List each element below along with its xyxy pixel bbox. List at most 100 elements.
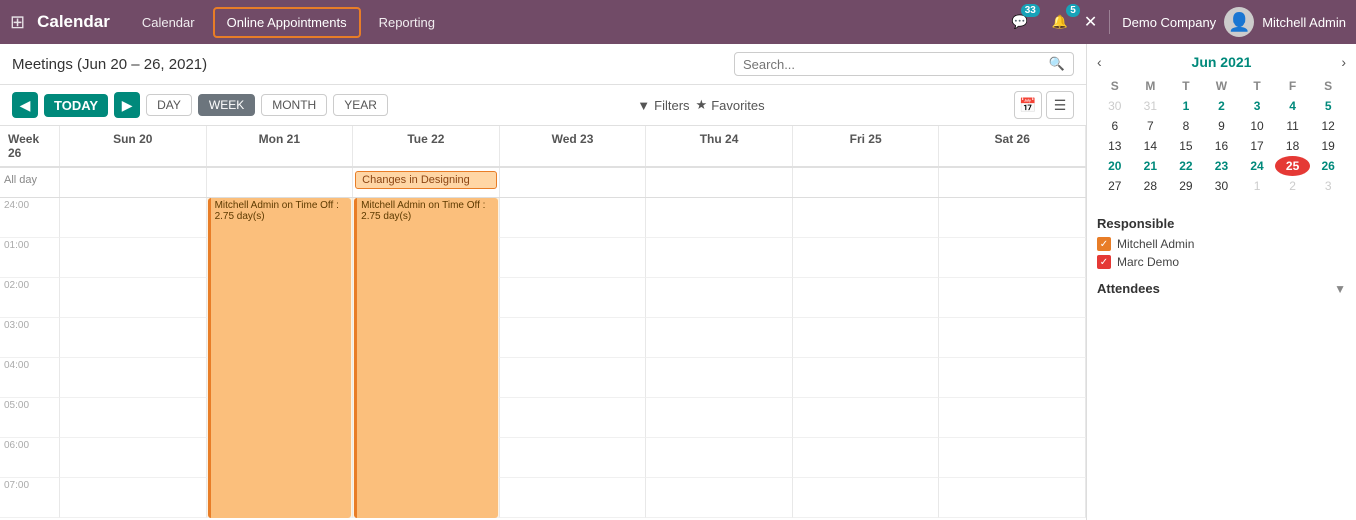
calendar-cell[interactable] — [793, 438, 940, 478]
list-icon-button[interactable]: ☰ — [1046, 91, 1074, 119]
mini-cal-day[interactable]: 17 — [1239, 136, 1275, 156]
mini-cal-day[interactable]: 4 — [1275, 96, 1311, 116]
mini-cal-day[interactable]: 29 — [1168, 176, 1204, 196]
app-grid-icon[interactable]: ⊞ — [10, 12, 25, 33]
mini-cal-day[interactable]: 7 — [1133, 116, 1169, 136]
mini-cal-day[interactable]: 30 — [1204, 176, 1240, 196]
mini-cal-day[interactable]: 2 — [1275, 176, 1311, 196]
nav-reporting[interactable]: Reporting — [367, 9, 447, 36]
calendar-cell[interactable] — [793, 238, 940, 278]
responsible-marc[interactable]: ✓ Marc Demo — [1097, 255, 1346, 269]
view-year-button[interactable]: YEAR — [333, 94, 388, 116]
next-button[interactable]: ▶ — [114, 92, 140, 118]
calendar-cell[interactable] — [60, 478, 207, 518]
calendar-cell[interactable] — [60, 398, 207, 438]
calendar-cell[interactable] — [60, 198, 207, 238]
chat-badge[interactable]: 💬 33 — [1004, 6, 1036, 38]
prev-button[interactable]: ◀ — [12, 92, 38, 118]
mini-cal-day[interactable]: 31 — [1133, 96, 1169, 116]
calendar-cell[interactable] — [939, 238, 1086, 278]
mini-cal-day[interactable]: 5 — [1310, 96, 1346, 116]
mini-cal-day[interactable]: 23 — [1204, 156, 1240, 176]
allday-tue[interactable]: Changes in Designing — [353, 168, 500, 197]
mini-cal-day[interactable]: 25 — [1275, 156, 1311, 176]
calendar-cell[interactable] — [646, 438, 793, 478]
calendar-cell[interactable]: Mitchell Admin on Time Off : 2.75 day(s) — [353, 198, 500, 238]
calendar-cell[interactable] — [939, 358, 1086, 398]
mini-cal-day[interactable]: 20 — [1097, 156, 1133, 176]
calendar-cell[interactable] — [939, 478, 1086, 518]
mini-cal-day[interactable]: 11 — [1275, 116, 1311, 136]
calendar-icon-button[interactable]: 📅 — [1014, 91, 1042, 119]
view-week-button[interactable]: WEEK — [198, 94, 255, 116]
calendar-cell[interactable] — [500, 438, 647, 478]
calendar-cell[interactable] — [939, 438, 1086, 478]
mini-cal-day[interactable]: 21 — [1133, 156, 1169, 176]
calendar-cell[interactable] — [60, 278, 207, 318]
mini-cal-day[interactable]: 15 — [1168, 136, 1204, 156]
mini-cal-day[interactable]: 10 — [1239, 116, 1275, 136]
calendar-cell[interactable] — [500, 238, 647, 278]
calendar-cell[interactable] — [646, 358, 793, 398]
company-name[interactable]: Demo Company — [1122, 15, 1216, 30]
mini-cal-day[interactable]: 14 — [1133, 136, 1169, 156]
calendar-cell[interactable] — [500, 398, 647, 438]
calendar-cell[interactable] — [60, 438, 207, 478]
mini-cal-day[interactable]: 3 — [1239, 96, 1275, 116]
avatar[interactable]: 👤 — [1224, 7, 1254, 37]
filters-button[interactable]: ▼ Filters — [637, 98, 689, 113]
calendar-cell[interactable] — [500, 278, 647, 318]
mini-cal-day[interactable]: 3 — [1310, 176, 1346, 196]
calendar-cell[interactable] — [939, 318, 1086, 358]
mini-cal-day[interactable]: 6 — [1097, 116, 1133, 136]
user-name[interactable]: Mitchell Admin — [1262, 15, 1346, 30]
mini-cal-day[interactable]: 13 — [1097, 136, 1133, 156]
calendar-cell[interactable]: Mitchell Admin on Time Off : 2.75 day(s) — [207, 198, 354, 238]
allday-event-changes[interactable]: Changes in Designing — [355, 171, 497, 189]
calendar-cell[interactable] — [60, 318, 207, 358]
calendar-cell[interactable] — [793, 398, 940, 438]
calendar-cell[interactable] — [793, 278, 940, 318]
calendar-cell[interactable] — [646, 278, 793, 318]
checkbox-mitchell[interactable]: ✓ — [1097, 237, 1111, 251]
mini-cal-prev[interactable]: ‹ — [1097, 54, 1102, 70]
time-event-wed[interactable]: Mitchell Admin on Time Off : 2.75 day(s) — [354, 198, 498, 518]
mini-cal-day[interactable]: 8 — [1168, 116, 1204, 136]
search-bar[interactable]: 🔍 — [734, 52, 1074, 76]
calendar-cell[interactable] — [500, 318, 647, 358]
calendar-cell[interactable] — [500, 478, 647, 518]
calendar-cell[interactable] — [60, 238, 207, 278]
calendar-cell[interactable] — [646, 478, 793, 518]
calendar-cell[interactable] — [646, 238, 793, 278]
calendar-cell[interactable] — [939, 278, 1086, 318]
mini-cal-day[interactable]: 9 — [1204, 116, 1240, 136]
view-month-button[interactable]: MONTH — [261, 94, 327, 116]
mini-cal-day[interactable]: 1 — [1168, 96, 1204, 116]
favorites-button[interactable]: ★ Favorites — [696, 97, 765, 113]
today-button[interactable]: TODAY — [44, 94, 108, 117]
calendar-cell[interactable] — [500, 198, 647, 238]
calendar-cell[interactable] — [939, 398, 1086, 438]
mini-cal-day[interactable]: 16 — [1204, 136, 1240, 156]
calendar-cell[interactable] — [793, 198, 940, 238]
calendar-cell[interactable] — [646, 318, 793, 358]
checkbox-marc[interactable]: ✓ — [1097, 255, 1111, 269]
mini-cal-day[interactable]: 2 — [1204, 96, 1240, 116]
nav-calendar[interactable]: Calendar — [130, 9, 207, 36]
responsible-mitchell[interactable]: ✓ Mitchell Admin — [1097, 237, 1346, 251]
calendar-cell[interactable] — [939, 198, 1086, 238]
search-input[interactable] — [743, 57, 1049, 72]
calendar-cell[interactable] — [793, 358, 940, 398]
close-icon[interactable]: ✕ — [1084, 12, 1097, 32]
mini-cal-day[interactable]: 30 — [1097, 96, 1133, 116]
mini-cal-day[interactable]: 28 — [1133, 176, 1169, 196]
calendar-cell[interactable] — [646, 398, 793, 438]
mini-cal-day[interactable]: 1 — [1239, 176, 1275, 196]
mini-cal-next[interactable]: › — [1341, 54, 1346, 70]
time-event-tue[interactable]: Mitchell Admin on Time Off : 2.75 day(s) — [208, 198, 352, 518]
calendar-cell[interactable] — [793, 478, 940, 518]
nav-online-appointments[interactable]: Online Appointments — [213, 7, 361, 38]
mini-cal-day[interactable]: 26 — [1310, 156, 1346, 176]
mini-cal-day[interactable]: 12 — [1310, 116, 1346, 136]
mini-cal-day[interactable]: 27 — [1097, 176, 1133, 196]
